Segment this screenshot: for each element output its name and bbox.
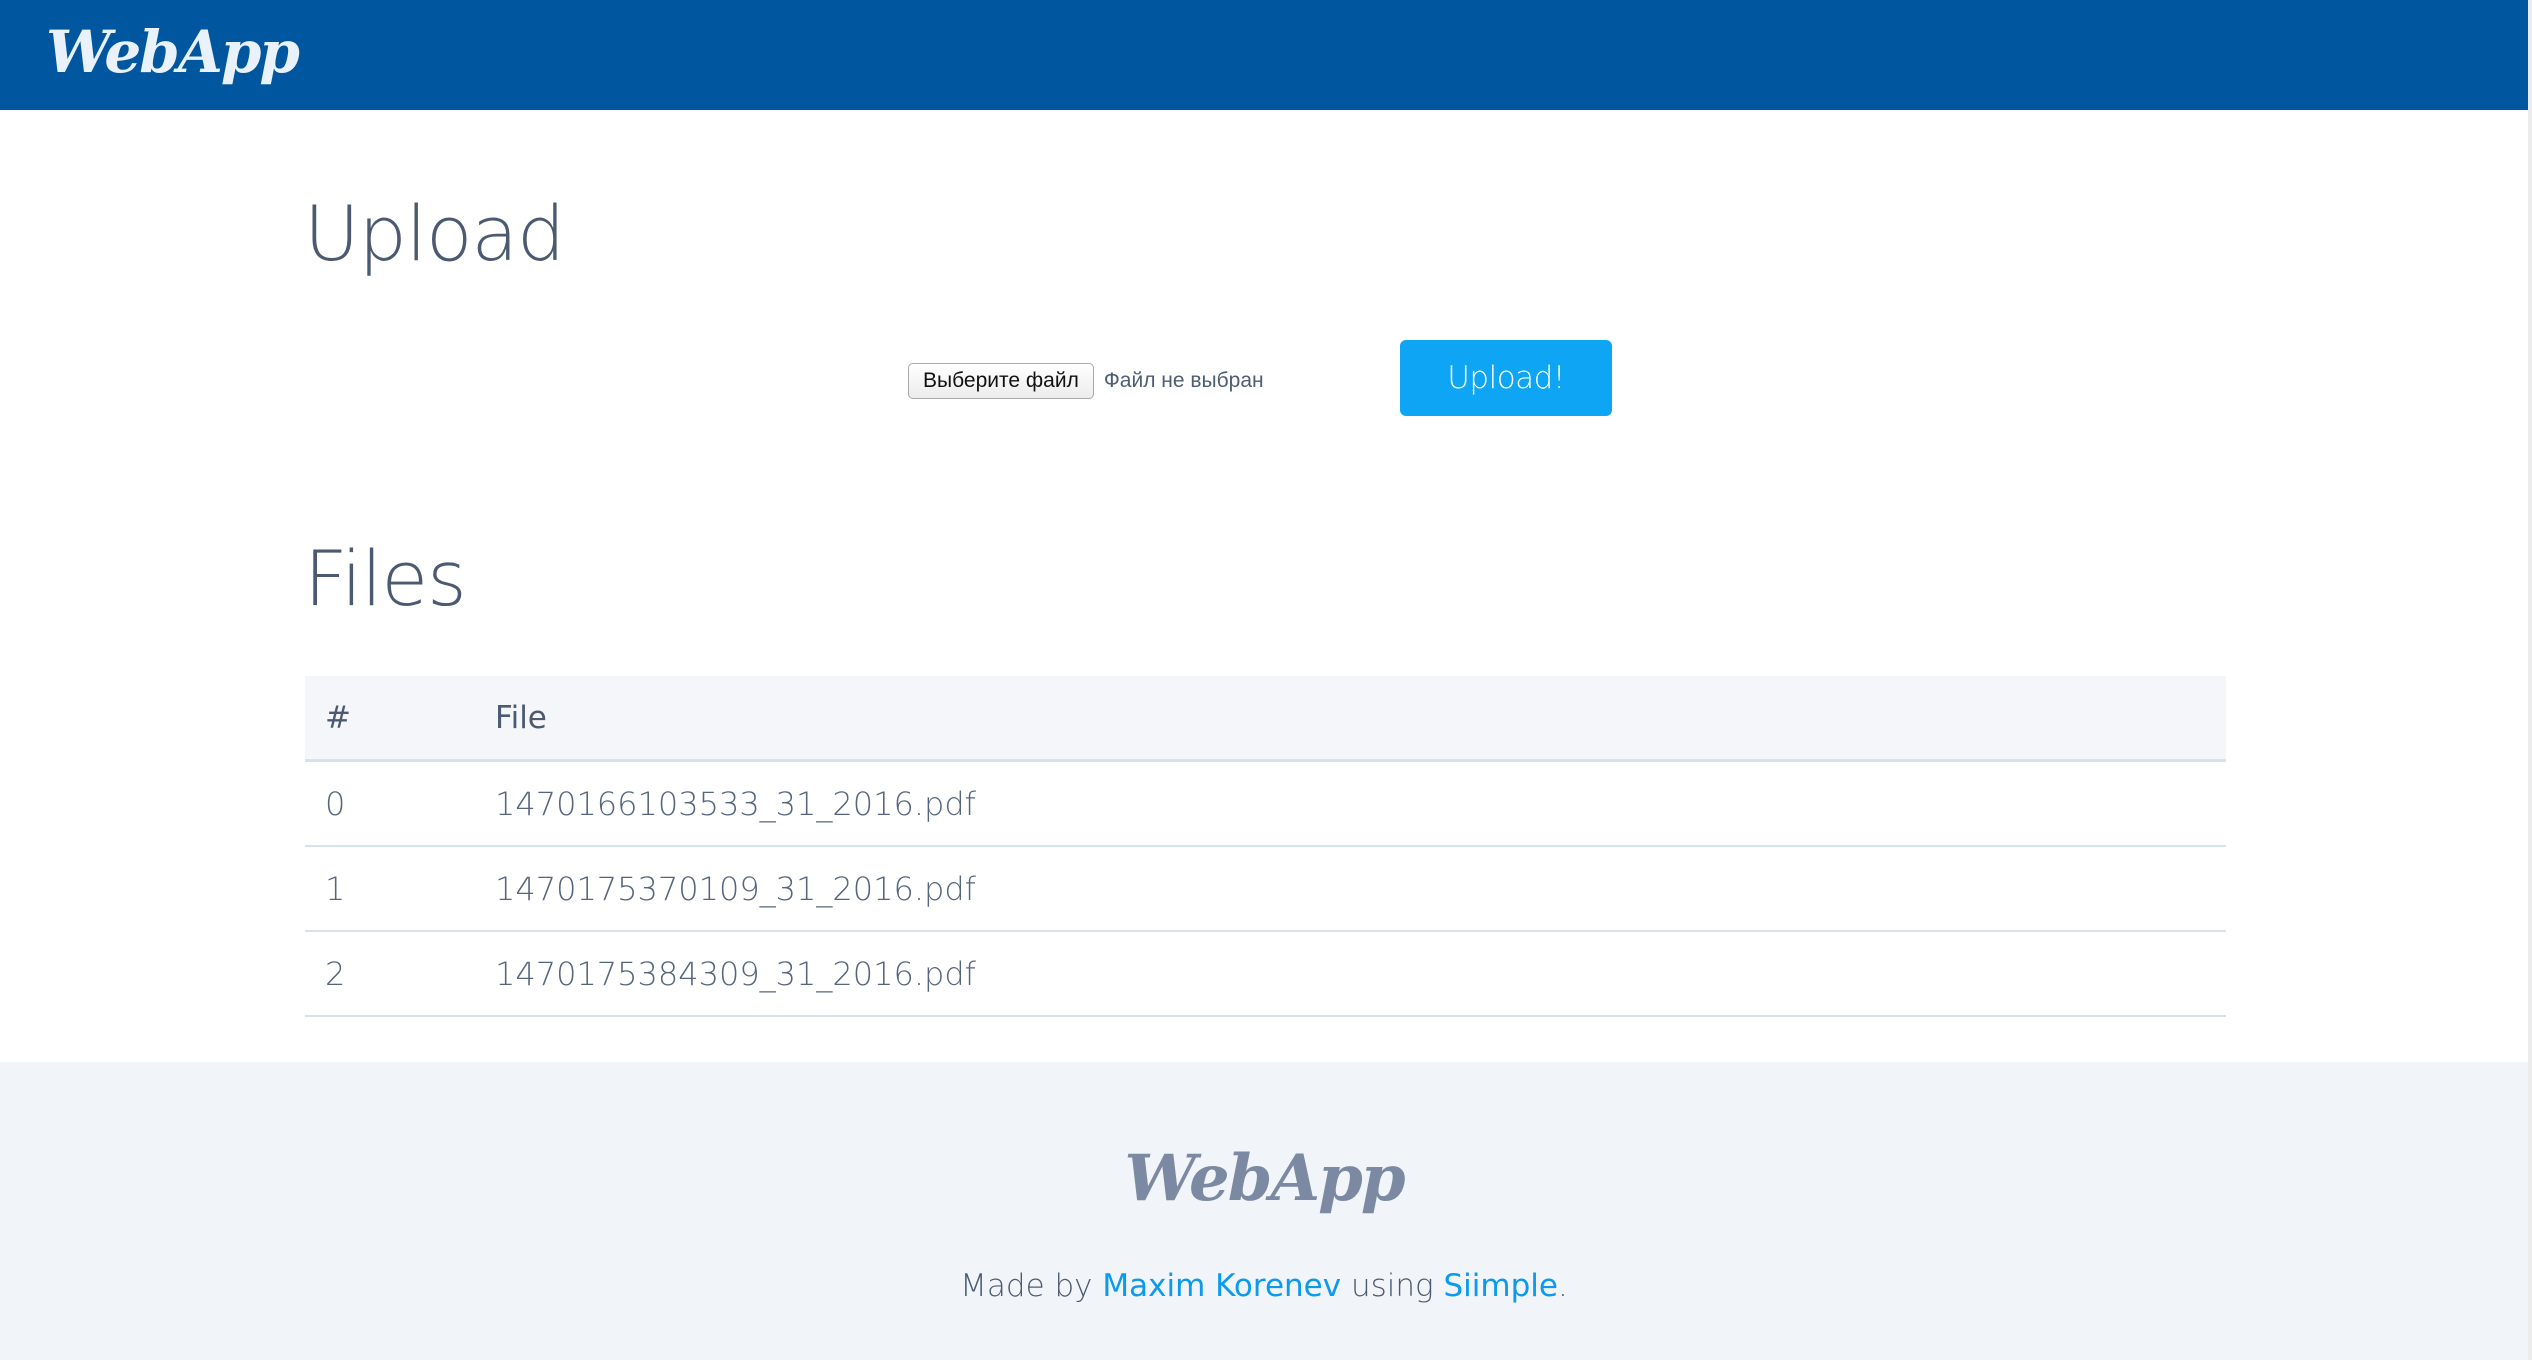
file-status-text: Файл не выбран xyxy=(1103,369,1264,392)
top-navbar: WebApp xyxy=(0,0,2532,110)
page-scrollbar[interactable] xyxy=(2528,0,2532,1360)
footer-credits: Made by Maxim Korenev using Siimple. xyxy=(0,1268,2528,1304)
table-row: 1 1470175370109_31_2016.pdf xyxy=(305,847,2226,932)
column-header-number: # xyxy=(325,699,351,736)
table-row: 2 1470175384309_31_2016.pdf xyxy=(305,932,2226,1017)
footer-period: . xyxy=(1557,1268,1568,1304)
row-number: 2 xyxy=(325,954,346,993)
upload-button[interactable]: Upload! xyxy=(1400,340,1612,416)
row-filename: 1470166103533_31_2016.pdf xyxy=(495,784,976,823)
footer-logo: WebApp xyxy=(1124,1141,1405,1216)
row-number: 1 xyxy=(325,869,346,908)
choose-file-button[interactable]: Выберите файл xyxy=(908,363,1094,399)
row-number: 0 xyxy=(325,784,346,823)
table-row: 0 1470166103533_31_2016.pdf xyxy=(305,762,2226,847)
upload-section-title: Upload xyxy=(304,189,565,278)
framework-link[interactable]: Siimple xyxy=(1444,1268,1558,1304)
footer-made-by-text: Made by xyxy=(960,1268,1093,1304)
file-input[interactable]: Выберите файл Файл не выбран xyxy=(908,363,1264,399)
footer-using-text: using xyxy=(1350,1268,1434,1304)
author-link[interactable]: Maxim Korenev xyxy=(1102,1268,1341,1304)
navbar-brand-logo[interactable]: WebApp xyxy=(46,12,300,92)
column-header-file: File xyxy=(495,699,547,736)
row-filename: 1470175370109_31_2016.pdf xyxy=(495,869,976,908)
files-section-title: Files xyxy=(304,534,467,623)
row-filename: 1470175384309_31_2016.pdf xyxy=(495,954,976,993)
page-footer: WebApp Made by Maxim Korenev using Siimp… xyxy=(0,1062,2528,1360)
files-table: # File 0 1470166103533_31_2016.pdf 1 147… xyxy=(305,676,2226,1017)
table-header: # File xyxy=(305,676,2226,762)
